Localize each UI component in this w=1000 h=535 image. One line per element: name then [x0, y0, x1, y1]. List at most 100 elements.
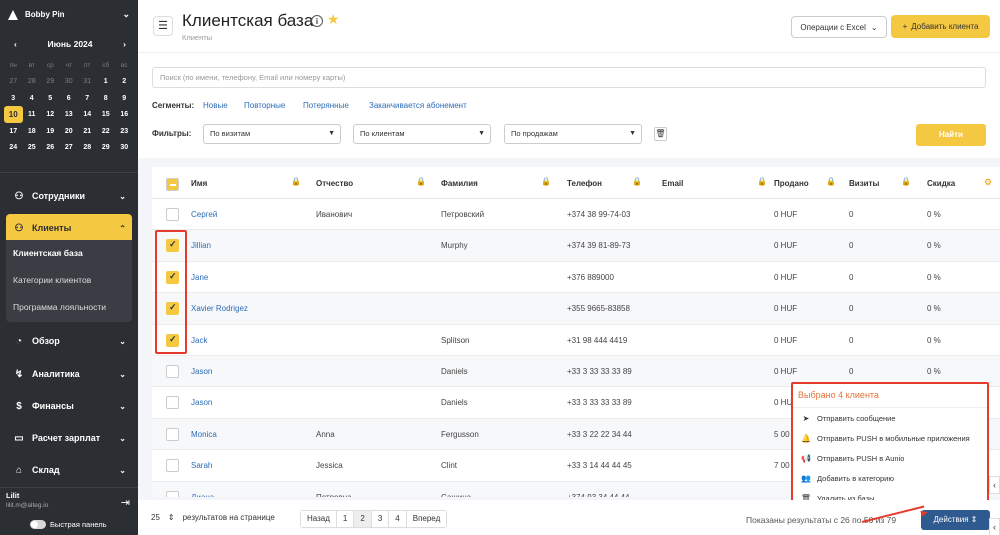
calendar-day[interactable]: 12 [41, 111, 60, 118]
calendar-day[interactable]: 26 [41, 144, 60, 151]
calendar-day[interactable]: 3 [4, 95, 23, 102]
side-collapse-tab[interactable]: ‹ [989, 476, 1000, 494]
calendar-day[interactable]: 4 [23, 95, 42, 102]
actions-button[interactable]: Действия ⇕ [921, 510, 990, 530]
row-checkbox[interactable] [166, 490, 179, 497]
find-button[interactable]: Найти [916, 124, 986, 146]
calendar-day[interactable]: 27 [4, 78, 23, 85]
per-page-select[interactable]: 25 ⇕ результатов на странице [151, 513, 275, 522]
calendar-day[interactable]: 6 [60, 95, 79, 102]
toggle-switch[interactable] [30, 520, 46, 529]
sidebar-item-finance[interactable]: $ Финансы ⌄ [0, 392, 138, 420]
calendar-day[interactable]: 14 [78, 111, 97, 118]
column-header-discount[interactable]: Скидка [927, 179, 955, 188]
info-icon[interactable]: i [311, 15, 323, 27]
client-name-link[interactable]: Xavier Rodrigez [191, 304, 248, 313]
row-checkbox[interactable] [166, 396, 179, 410]
calendar-day[interactable]: 29 [41, 78, 60, 85]
calendar-day[interactable]: 16 [115, 111, 134, 118]
table-row[interactable]: Jack Splitson +31 98 444 4419 0 HUF 0 0 % [152, 325, 1000, 356]
gear-icon[interactable]: ⚙ [984, 177, 992, 188]
calendar-day[interactable]: 29 [97, 144, 116, 151]
page-next[interactable]: Вперед [406, 511, 447, 527]
calendar-day[interactable]: 8 [97, 95, 116, 102]
submenu-item-client-categories[interactable]: Категории клиентов [6, 267, 132, 294]
filter-by-sales[interactable]: По продажам ▼ [504, 124, 642, 144]
calendar-day[interactable]: 18 [23, 128, 42, 135]
sidebar-item-warehouse[interactable]: ⌂ Склад ⌄ [0, 456, 138, 484]
page-4[interactable]: 4 [389, 511, 407, 527]
sidebar-item-staff[interactable]: ⚇ Сотрудники ⌄ [0, 182, 138, 210]
row-checkbox[interactable] [166, 427, 179, 441]
column-header-phone[interactable]: Телефон [567, 179, 602, 188]
calendar-day[interactable]: 27 [60, 144, 79, 151]
column-header-name[interactable]: Имя [191, 179, 207, 188]
client-name-link[interactable]: Диана [191, 493, 214, 497]
calendar-day[interactable]: 7 [78, 95, 97, 102]
table-row[interactable]: Jillian Murphy +374 39 81-89-73 0 HUF 0 0 % [152, 230, 1000, 262]
calendar-day[interactable]: 11 [23, 111, 42, 118]
calendar-day[interactable]: 10 [4, 106, 23, 124]
calendar-day[interactable]: 25 [23, 144, 42, 151]
page-3[interactable]: 3 [371, 511, 390, 527]
segment-repeat[interactable]: Повторные [244, 101, 285, 110]
quick-panel-toggle[interactable]: Быстрая панель [30, 520, 107, 529]
calendar-day[interactable]: 28 [78, 144, 97, 151]
action-send-message[interactable]: ➤ Отправить сообщение [793, 408, 987, 428]
calendar-day[interactable]: 9 [115, 95, 134, 102]
client-name-link[interactable]: Сергей [191, 210, 217, 219]
client-name-link[interactable]: Jason [191, 367, 212, 376]
segment-lost[interactable]: Потерянные [303, 101, 349, 110]
search-input[interactable]: Поиск (по имени, телефону, Email или ном… [152, 67, 986, 88]
action-send-push-aunio[interactable]: 📢 Отправить PUSH в Aunio [793, 448, 987, 468]
column-header-visits[interactable]: Визиты [849, 179, 879, 188]
calendar-day[interactable]: 17 [4, 128, 23, 135]
column-header-email[interactable]: Email [662, 179, 683, 188]
column-header-middle-name[interactable]: Отчество [316, 179, 353, 188]
select-all-checkbox[interactable] [166, 178, 179, 191]
company-switcher[interactable]: Bobby Pin ⌄ [0, 0, 138, 28]
sidebar-item-payroll[interactable]: ▭ Расчет зарплат ⌄ [0, 424, 138, 452]
add-client-button[interactable]: + Добавить клиента [891, 15, 990, 38]
submenu-item-loyalty[interactable]: Программа лояльности [6, 294, 132, 321]
excel-operations-button[interactable]: Операции с Excel ⌄ [791, 16, 887, 38]
table-row[interactable]: Xavier Rodrigez +355 9665-83858 0 HUF 0 0 % [152, 293, 1000, 325]
calendar-day[interactable]: 15 [97, 111, 116, 118]
calendar-day[interactable]: 28 [23, 78, 42, 85]
row-checkbox[interactable] [166, 459, 179, 473]
table-row[interactable]: Сергей Иванович Петровский +374 38 99-74-03… [152, 199, 1000, 231]
action-add-to-category[interactable]: 👥 Добавить в категорию [793, 468, 987, 488]
filter-by-visits[interactable]: По визитам ▼ [203, 124, 341, 144]
client-name-link[interactable]: Sarah [191, 461, 212, 470]
breadcrumb[interactable]: Клиенты [182, 33, 212, 42]
client-name-link[interactable]: Monica [191, 430, 217, 439]
column-header-sold[interactable]: Продано [774, 179, 809, 188]
calendar-day[interactable]: 24 [4, 144, 23, 151]
calendar-day[interactable]: 19 [41, 128, 60, 135]
client-name-link[interactable]: Jack [191, 336, 207, 345]
column-header-last-name[interactable]: Фамилия [441, 179, 478, 188]
calendar-day[interactable]: 1 [97, 78, 116, 85]
row-checkbox[interactable] [166, 365, 179, 378]
submenu-item-client-base[interactable]: Клиентская база [6, 240, 132, 267]
calendar-day[interactable]: 31 [78, 78, 97, 85]
page-prev[interactable]: Назад [301, 511, 337, 527]
sidebar-item-analytics[interactable]: ↯ Аналитика ⌄ [0, 360, 138, 388]
action-send-push-mobile[interactable]: 🔔 Отправить PUSH в мобильные приложения [793, 428, 987, 448]
table-row[interactable]: Jane +376 889000 0 HUF 0 0 % [152, 262, 1000, 294]
calendar-prev-button[interactable]: ‹ [14, 39, 17, 49]
side-collapse-tab-bottom[interactable]: ‹ [989, 518, 1000, 535]
calendar-day[interactable]: 5 [41, 95, 60, 102]
page-1[interactable]: 1 [336, 511, 355, 527]
calendar-day[interactable]: 13 [60, 111, 79, 118]
calendar-day[interactable]: 30 [115, 144, 134, 151]
client-name-link[interactable]: Jason [191, 398, 212, 407]
calendar-day[interactable]: 23 [115, 128, 134, 135]
calendar-day[interactable]: 21 [78, 128, 97, 135]
page-2[interactable]: 2 [354, 511, 372, 527]
clear-filters-trash-icon[interactable]: 🗑 [654, 127, 667, 141]
sidebar-item-clients[interactable]: ⚇ Клиенты ⌃ [6, 214, 132, 242]
menu-icon[interactable]: ☰ [153, 16, 173, 36]
segment-new[interactable]: Новые [203, 101, 228, 110]
client-name-link[interactable]: Jillian [191, 241, 211, 250]
